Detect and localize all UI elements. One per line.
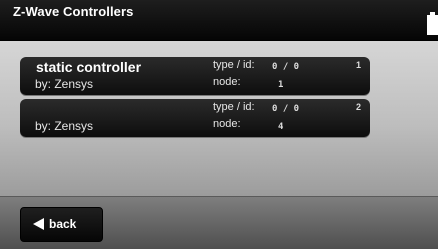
type-id-label: type / id: bbox=[213, 101, 255, 113]
controller-manufacturer: by: Zensys bbox=[35, 119, 94, 133]
type-id-value: 0 / 0 bbox=[272, 104, 300, 114]
node-value: 4 bbox=[278, 122, 284, 132]
controller-name: static controller bbox=[36, 59, 142, 75]
back-button[interactable]: back bbox=[20, 207, 103, 242]
title-bar: Z-Wave Controllers bbox=[0, 0, 438, 41]
back-button-label: back bbox=[49, 217, 77, 231]
controller-manufacturer: by: Zensys bbox=[35, 77, 94, 91]
type-id-value: 0 / 0 bbox=[272, 62, 300, 72]
node-label: node: bbox=[213, 118, 241, 130]
bottom-bar: back bbox=[0, 196, 438, 249]
page-title: Z-Wave Controllers bbox=[13, 4, 134, 19]
node-label: node: bbox=[213, 76, 241, 88]
node-value: 1 bbox=[278, 80, 284, 90]
app-screen: Z-Wave Controllers static controller by:… bbox=[0, 0, 438, 249]
controller-list: static controller by: Zensys type / id: … bbox=[0, 41, 438, 196]
controller-index: 2 bbox=[356, 102, 362, 112]
battery-icon bbox=[427, 12, 438, 35]
controller-card[interactable]: by: Zensys type / id: 0 / 0 node: 4 2 bbox=[20, 99, 370, 137]
controller-card[interactable]: static controller by: Zensys type / id: … bbox=[20, 57, 370, 95]
controller-index: 1 bbox=[356, 60, 362, 70]
left-arrow-icon bbox=[33, 218, 44, 230]
type-id-label: type / id: bbox=[213, 59, 255, 71]
